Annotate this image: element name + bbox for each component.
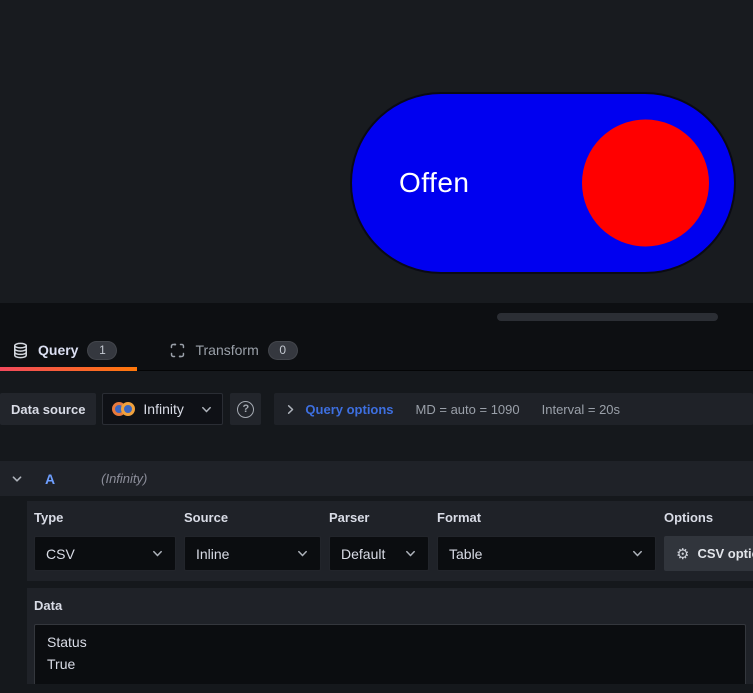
datasource-picker-value: Infinity — [143, 401, 184, 417]
datasource-help-button[interactable]: ? — [230, 393, 262, 425]
format-select-value: Table — [449, 545, 483, 562]
scroll-strip — [0, 303, 753, 330]
query-datasource-hint: (Infinity) — [101, 471, 148, 486]
database-icon — [12, 342, 29, 359]
tab-query[interactable]: Query 1 — [12, 330, 118, 370]
datasource-picker[interactable]: Infinity — [102, 393, 224, 425]
toggle-state-label: Offen — [399, 167, 470, 198]
chevron-down-icon — [406, 550, 415, 557]
field-source: Source Inline — [184, 508, 321, 571]
panel-preview-area: Offen — [0, 0, 753, 303]
type-select[interactable]: CSV — [34, 536, 176, 571]
query-editor-body: Type CSV Source Inline Parser Default Fo… — [27, 501, 753, 684]
transform-count-badge: 0 — [267, 340, 298, 360]
collapse-chevron-icon[interactable] — [10, 472, 24, 486]
query-editor-pane: Data source Infinity ? Query options MD … — [0, 371, 753, 684]
datasource-row: Data source Infinity ? Query options MD … — [0, 393, 753, 425]
question-circle-icon: ? — [237, 400, 255, 418]
tab-transform[interactable]: Transform 0 — [169, 330, 298, 370]
editor-tab-bar: Query 1 Transform 0 — [0, 330, 753, 371]
type-select-value: CSV — [46, 545, 75, 562]
query-options-link[interactable]: Query options — [305, 402, 393, 417]
parser-select[interactable]: Default — [329, 536, 429, 571]
field-options: Options ⚙ CSV options — [664, 508, 753, 571]
field-options-label: Options — [664, 510, 714, 525]
tab-transform-label: Transform — [195, 342, 259, 358]
query-fields-block: Type CSV Source Inline Parser Default Fo… — [27, 501, 753, 581]
datasource-label: Data source — [0, 393, 97, 425]
chevron-down-icon — [202, 406, 212, 412]
csv-options-button[interactable]: ⚙ CSV options — [664, 536, 753, 571]
source-select-value: Inline — [196, 545, 230, 562]
toggle-knob — [582, 119, 709, 247]
query-option-interval: Interval = 20s — [541, 401, 621, 417]
infinity-datasource-icon — [112, 402, 136, 416]
chevron-down-icon — [298, 550, 307, 557]
field-type-label: Type — [34, 510, 64, 525]
parser-select-value: Default — [341, 545, 386, 562]
query-ref-id: A — [45, 470, 56, 487]
inline-data-block: Data Status True — [27, 588, 753, 684]
active-tab-indicator — [0, 367, 137, 371]
query-option-max-datapoints: MD = auto = 1090 — [415, 401, 520, 417]
horizontal-scrollbar[interactable] — [497, 313, 718, 321]
format-select[interactable]: Table — [437, 536, 656, 571]
field-source-label: Source — [184, 510, 229, 525]
inline-data-textarea[interactable]: Status True — [34, 624, 746, 684]
field-parser-label: Parser — [329, 510, 370, 525]
chevron-down-icon — [633, 550, 642, 557]
source-select[interactable]: Inline — [184, 536, 321, 571]
gear-icon: ⚙ — [676, 545, 690, 563]
chevron-down-icon — [153, 550, 162, 557]
toggle-switch-visualization[interactable]: Offen — [350, 92, 736, 274]
field-format: Format Table — [437, 508, 656, 571]
tab-query-label: Query — [38, 342, 79, 358]
field-format-label: Format — [437, 510, 482, 525]
transform-icon — [169, 342, 186, 359]
csv-options-button-label: CSV options — [697, 546, 753, 561]
field-parser: Parser Default — [329, 508, 429, 571]
query-options-bar: Query options MD = auto = 1090 Interval … — [274, 393, 753, 425]
data-section-label: Data — [34, 598, 63, 613]
query-row-header[interactable]: A (Infinity) — [0, 461, 753, 496]
field-type: Type CSV — [34, 508, 176, 571]
query-count-badge: 1 — [87, 340, 118, 360]
chevron-right-icon[interactable] — [284, 403, 297, 416]
